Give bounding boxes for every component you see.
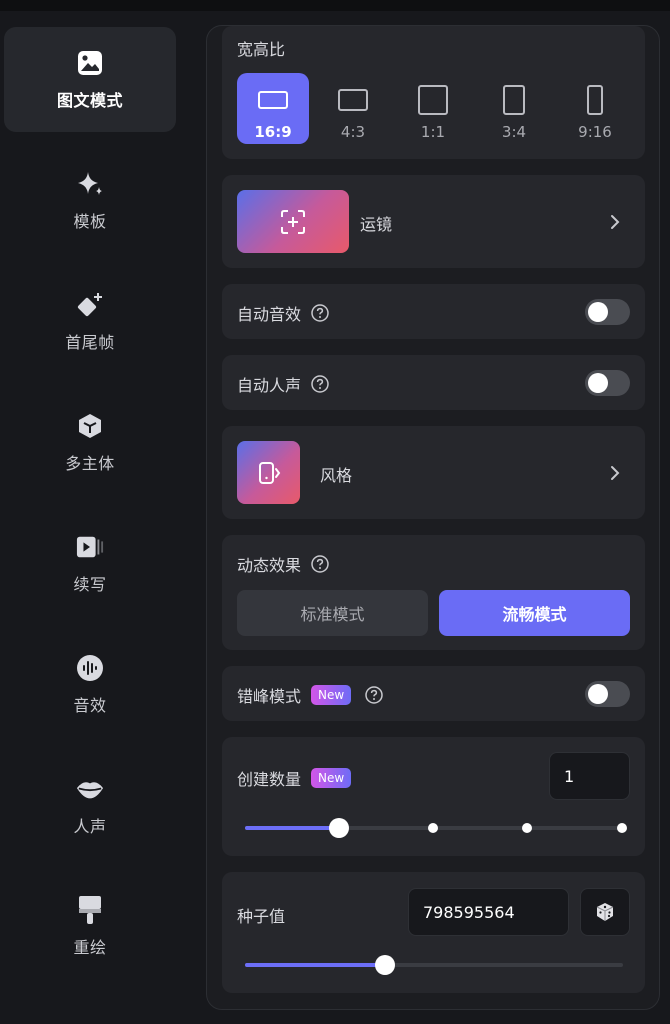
sidebar-item-image-text[interactable]: 图文模式 xyxy=(4,27,176,132)
smooth-mode-button[interactable]: 流畅模式 xyxy=(439,590,630,636)
ratio-option-4-3[interactable]: 4:3 xyxy=(317,73,389,144)
ratio-label: 4:3 xyxy=(340,123,366,141)
sidebar-item-first-last-frame[interactable]: 首尾帧 xyxy=(4,269,176,374)
standard-mode-button[interactable]: 标准模式 xyxy=(237,590,428,636)
help-icon[interactable] xyxy=(311,555,329,573)
help-icon[interactable] xyxy=(311,304,329,322)
chevron-right-icon xyxy=(611,215,620,229)
auto-voice-label: 自动人声 xyxy=(237,376,302,395)
sidebar-item-label: 续写 xyxy=(73,574,107,594)
create-count-input[interactable]: 1 xyxy=(549,752,630,800)
ratio-option-16-9[interactable]: 16:9 xyxy=(237,73,309,144)
create-count-card: 创建数量 New 1 xyxy=(222,737,645,856)
sidebar-item-voice[interactable]: 人声 xyxy=(4,753,176,858)
camera-movement-thumbnail xyxy=(237,190,349,253)
image-icon xyxy=(76,49,104,77)
ratio-option-9-16[interactable]: 9:16 xyxy=(559,73,631,144)
motion-effect-card: 动态效果 标准模式 流畅模式 xyxy=(222,535,645,650)
sparkle-icon xyxy=(76,170,104,198)
sidebar-item-sound-effect[interactable]: 音效 xyxy=(4,632,176,737)
aspect-ratio-card: 宽高比 16:9 4:3 1:1 3:4 9:16 xyxy=(222,26,645,159)
seed-label: 种子值 xyxy=(237,907,286,926)
auto-voice-row: 自动人声 xyxy=(222,355,645,410)
slider-step-dot[interactable] xyxy=(428,823,438,833)
motion-effect-label: 动态效果 xyxy=(237,556,302,575)
diamond-plus-icon xyxy=(76,291,104,319)
sidebar-item-label: 重绘 xyxy=(73,937,107,957)
new-badge: New xyxy=(311,768,352,788)
ratio-label: 1:1 xyxy=(420,123,446,141)
auto-sfx-label: 自动音效 xyxy=(237,305,302,324)
create-count-slider-fill xyxy=(245,826,340,830)
auto-sfx-toggle[interactable] xyxy=(585,299,630,325)
audio-wave-icon xyxy=(76,654,104,682)
sidebar-item-label: 音效 xyxy=(73,695,107,715)
random-seed-button[interactable] xyxy=(580,888,630,936)
create-count-label: 创建数量 xyxy=(237,770,302,789)
ratio-label: 9:16 xyxy=(578,123,612,141)
video-continue-icon xyxy=(76,533,104,561)
new-badge: New xyxy=(311,685,352,705)
ratio-label: 3:4 xyxy=(501,123,527,141)
seed-input[interactable]: 798595564 xyxy=(408,888,569,936)
auto-sfx-row: 自动音效 xyxy=(222,284,645,339)
sidebar: 图文模式 模板 首尾帧 多主体 续写 音效 人声 重绘 xyxy=(0,11,190,1024)
aspect-ratio-title: 宽高比 xyxy=(237,40,286,59)
camera-movement-card[interactable]: 运镜 xyxy=(222,175,645,268)
seed-slider-handle[interactable] xyxy=(375,955,395,975)
slider-step-dot[interactable] xyxy=(522,823,532,833)
sidebar-item-label: 首尾帧 xyxy=(65,332,115,352)
help-icon[interactable] xyxy=(365,686,383,704)
stagger-mode-label: 错峰模式 xyxy=(237,687,302,706)
ratio-label: 16:9 xyxy=(254,123,292,141)
sidebar-item-label: 模板 xyxy=(73,211,107,231)
sidebar-item-label: 图文模式 xyxy=(56,90,123,110)
auto-voice-toggle[interactable] xyxy=(585,370,630,396)
ratio-option-1-1[interactable]: 1:1 xyxy=(397,73,469,144)
style-thumbnail xyxy=(237,441,300,504)
sidebar-item-repaint[interactable]: 重绘 xyxy=(4,874,176,979)
cube-icon xyxy=(76,412,104,440)
chevron-right-icon xyxy=(611,466,620,480)
seed-card: 种子值 798595564 xyxy=(222,872,645,993)
seed-slider-fill xyxy=(245,963,385,967)
lips-icon xyxy=(76,775,104,803)
dice-icon xyxy=(596,903,614,921)
stagger-mode-row: 错峰模式 New xyxy=(222,666,645,721)
sidebar-item-template[interactable]: 模板 xyxy=(4,148,176,253)
phone-style-icon xyxy=(258,461,280,484)
camera-focus-icon xyxy=(281,209,305,234)
style-label: 风格 xyxy=(320,466,353,485)
sidebar-item-continue[interactable]: 续写 xyxy=(4,511,176,616)
top-bar xyxy=(0,0,670,11)
create-count-slider-handle[interactable] xyxy=(329,818,349,838)
ratio-option-3-4[interactable]: 3:4 xyxy=(478,73,550,144)
slider-step-dot[interactable] xyxy=(617,823,627,833)
help-icon[interactable] xyxy=(311,375,329,393)
paintbrush-icon xyxy=(76,895,104,924)
sidebar-item-multi-subject[interactable]: 多主体 xyxy=(4,390,176,495)
sidebar-item-label: 多主体 xyxy=(65,453,115,473)
style-card[interactable]: 风格 xyxy=(222,426,645,519)
sidebar-item-label: 人声 xyxy=(73,816,107,836)
stagger-mode-toggle[interactable] xyxy=(585,681,630,707)
camera-movement-label: 运镜 xyxy=(360,215,393,234)
